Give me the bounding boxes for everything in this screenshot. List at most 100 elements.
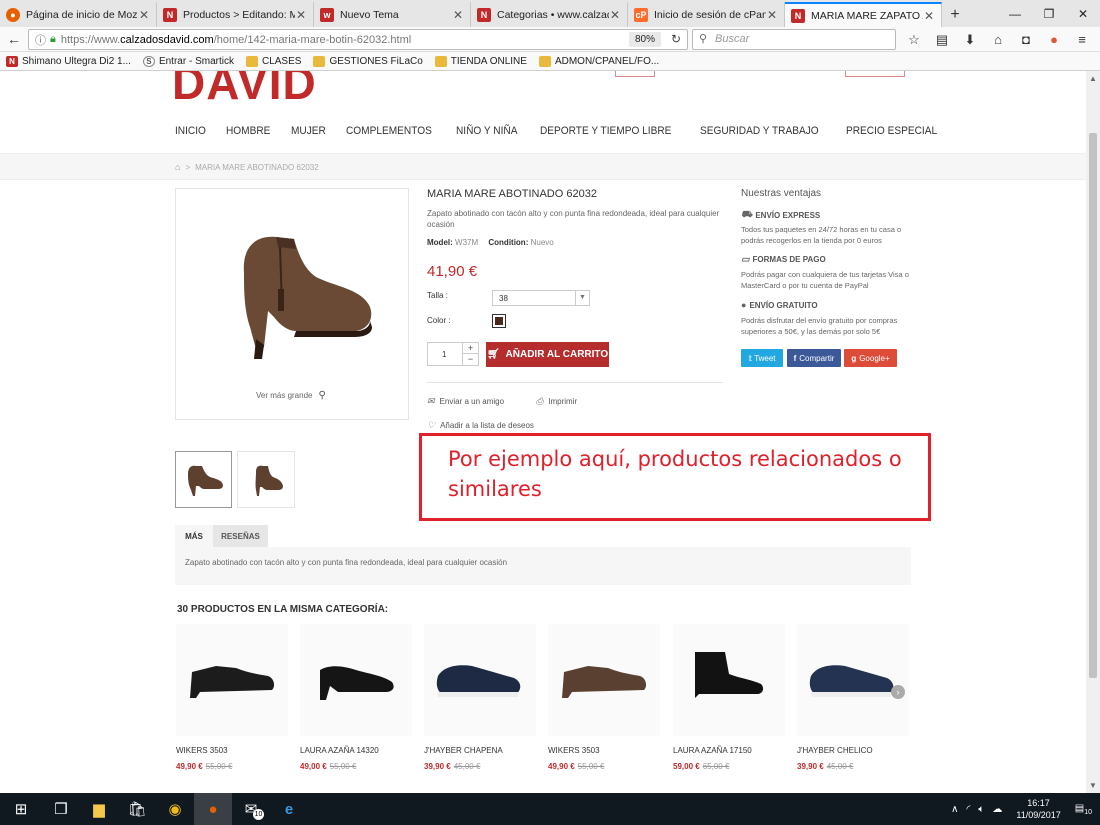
menu-item-seguridad[interactable]: SEGURIDAD Y TRABAJO [700,125,819,137]
related-product-image[interactable] [176,624,288,736]
bookmark-item[interactable]: S Entrar - Smartick [142,55,234,67]
color-swatch[interactable] [492,314,506,328]
print-link[interactable]: ⎙ Imprimir [536,396,593,407]
menu-item-complementos[interactable]: COMPLEMENTOS [346,125,432,137]
related-product-image[interactable] [424,624,536,736]
browser-search-input[interactable]: ⚲ Buscar [692,29,896,50]
add-to-cart-button[interactable]: 🛒︎ AÑADIR AL CARRITO [486,342,609,367]
chrome-icon[interactable]: ◉ [156,793,194,825]
bookmark-folder[interactable]: CLASES [245,55,301,67]
related-product-image[interactable] [673,624,785,736]
bookmark-folder[interactable]: TIENDA ONLINE [434,55,527,67]
related-product-card[interactable]: LAURA AZAÑA 17150 59,00 €65,00 € [673,624,788,771]
menu-item-precio-especial[interactable]: PRECIO ESPECIAL [846,125,937,137]
size-select[interactable]: 38 ▼ [492,290,590,306]
file-explorer-icon[interactable]: ▆ [80,793,118,825]
browser-tab[interactable]: N Categorias • www.calzados ✕ [471,2,628,27]
related-product-image[interactable] [797,624,909,736]
download-icon[interactable]: ⬇ [956,27,984,52]
task-view-icon[interactable]: ❒ [42,793,80,825]
pocket-icon[interactable]: ◘ [1012,27,1040,52]
menu-item-inicio[interactable]: INICIO [175,125,206,137]
product-thumbnail[interactable] [175,451,232,508]
related-product-name[interactable]: WIKERS 3503 [548,746,600,755]
restore-icon[interactable]: ❐ [1032,0,1066,27]
browser-tab[interactable]: N Productos > Editando: M ✕ [157,2,314,27]
facebook-share-button[interactable]: f Compartir [787,349,841,367]
info-icon[interactable]: ⓘ [35,32,46,48]
quantity-plus-button[interactable]: + [462,343,478,354]
windows-start-icon[interactable]: ⊞ [0,793,42,825]
back-arrow-icon[interactable]: ← [2,28,26,50]
bookmark-folder[interactable]: GESTIONES FiLaCo [313,55,423,67]
product-image-box[interactable]: Ver más grande ⚲ [175,188,409,420]
related-product-image[interactable] [300,624,412,736]
tab-more[interactable]: MÁS [175,525,213,547]
browser-tab-active[interactable]: N MARIA MARE ZAPATO AB ✕ [785,2,942,27]
scroll-down-icon[interactable]: ▼ [1086,781,1100,790]
related-product-name[interactable]: J'HAYBER CHAPENA [424,746,503,755]
carousel-next-icon[interactable]: › [891,685,905,699]
browser-tab[interactable]: w Nuevo Tema ✕ [314,2,471,27]
quantity-minus-button[interactable]: − [462,354,478,365]
scroll-up-icon[interactable]: ▲ [1086,74,1100,83]
wifi-icon[interactable]: ◜ [966,804,970,815]
tab-reviews[interactable]: RESEÑAS [213,525,268,547]
page-scrollbar[interactable]: ▲ ▼ [1086,71,1100,793]
notification-icon[interactable]: ▤10 [1075,803,1092,816]
related-product-name[interactable]: LAURA AZAÑA 14320 [300,746,379,755]
close-tab-icon[interactable]: ✕ [923,9,935,23]
clock[interactable]: 16:17 11/09/2017 [1016,797,1060,821]
volume-icon[interactable]: 🔈︎ [978,804,984,815]
browser-tab[interactable]: cP Inicio de sesión de cPanel ✕ [628,2,785,27]
related-product-card[interactable]: J'HAYBER CHELICO 39,90 €45,00 € [797,624,912,771]
home-icon[interactable]: ⌂ [175,162,180,172]
see-more-link[interactable]: Ver más grande ⚲ [256,390,326,401]
store-icon[interactable]: 🛍︎ [118,793,156,825]
close-window-icon[interactable]: ✕ [1066,0,1100,27]
duckduckgo-icon[interactable]: ● [1040,27,1068,52]
menu-item-deporte[interactable]: DEPORTE Y TIEMPO LIBRE [540,125,671,137]
quantity-value[interactable]: 1 [442,350,446,359]
chevron-up-icon[interactable]: ∧ [951,804,958,815]
quantity-stepper[interactable]: 1 + − [427,342,479,366]
edge-icon[interactable]: e [270,793,308,825]
related-product-name[interactable]: LAURA AZAÑA 17150 [673,746,752,755]
related-product-card[interactable]: J'HAYBER CHAPENA 39,90 €45,00 € [424,624,539,771]
wishlist-link[interactable]: ♡ Añadir a la lista de deseos [427,420,534,431]
menu-item-hombre[interactable]: HOMBRE [226,125,270,137]
zoom-indicator[interactable]: 80% [628,32,661,47]
related-product-name[interactable]: J'HAYBER CHELICO [797,746,873,755]
site-logo[interactable]: DAVID [172,71,317,107]
send-friend-link[interactable]: ✉ Enviar a un amigo [427,396,520,407]
related-product-card[interactable]: WIKERS 3503 49,90 €55,00 € [176,624,291,771]
mail-icon[interactable]: ✉ 10 [232,793,270,825]
cloud-icon[interactable]: ☁ [992,804,1002,815]
related-product-image[interactable] [548,624,660,736]
bookmark-folder[interactable]: ADMON/CPANEL/FO... [538,55,659,67]
close-tab-icon[interactable]: ✕ [295,8,307,22]
menu-icon[interactable]: ≡ [1068,27,1096,52]
product-thumbnail[interactable] [237,451,295,508]
reload-icon[interactable]: ↻ [671,32,681,46]
related-product-card[interactable]: WIKERS 3503 49,90 €55,00 € [548,624,663,771]
related-product-card[interactable]: LAURA AZAÑA 14320 49,00 €55,00 € [300,624,415,771]
close-tab-icon[interactable]: ✕ [138,8,150,22]
browser-tab[interactable]: ● Página de inicio de Mozilla ✕ [0,2,157,27]
related-product-name[interactable]: WIKERS 3503 [176,746,228,755]
scrollbar-thumb[interactable] [1089,133,1097,678]
firefox-taskbar-icon[interactable]: ● [194,793,232,825]
home-icon[interactable]: ⌂ [984,27,1012,52]
bookmark-star-icon[interactable]: ☆ [900,27,928,52]
address-bar[interactable]: ⓘ 🔒︎ https://www. calzadosdavid.com/home/… [28,29,688,50]
google-plus-button[interactable]: g Google+ [844,349,897,367]
menu-item-mujer[interactable]: MUJER [291,125,326,137]
close-tab-icon[interactable]: ✕ [766,8,778,22]
bookmark-item[interactable]: N Shimano Ultegra Di2 1... [6,55,131,67]
tweet-button[interactable]: 𝕥 Tweet [741,349,783,367]
new-tab-button[interactable]: + [942,2,968,27]
close-tab-icon[interactable]: ✕ [452,8,464,22]
close-tab-icon[interactable]: ✕ [609,8,621,22]
minimize-icon[interactable]: — [998,0,1032,27]
menu-item-nino-nina[interactable]: NIÑO Y NIÑA [456,125,517,137]
